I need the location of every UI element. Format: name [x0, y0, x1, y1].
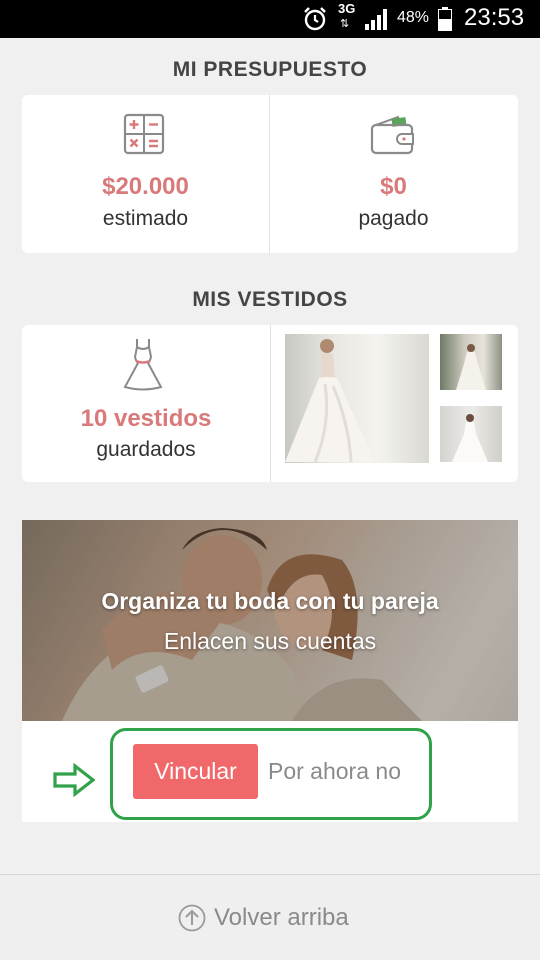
battery-icon: [438, 7, 452, 31]
bride-figure-small: [452, 414, 488, 462]
link-accounts-button[interactable]: Vincular: [133, 744, 258, 799]
arrow-up-circle-icon: [178, 904, 206, 932]
couple-promo-banner: Organiza tu boda con tu pareja Enlacen s…: [22, 520, 518, 721]
budget-section-title: MI PRESUPUESTO: [172, 58, 368, 81]
not-now-button[interactable]: Por ahora no: [268, 744, 418, 799]
back-to-top-label: Volver arriba: [214, 904, 349, 931]
saved-dresses[interactable]: 10 vestidos guardados: [22, 325, 270, 482]
battery-percent: 48%: [397, 9, 430, 26]
data-activity-icon: ⇅: [340, 18, 350, 30]
estimated-value: $20.000: [102, 173, 189, 200]
dress-photo-thumb-1[interactable]: [440, 334, 502, 390]
estimated-label: estimado: [102, 207, 189, 230]
budget-paid[interactable]: $0 pagado: [270, 95, 517, 253]
back-to-top-link[interactable]: Volver arriba: [178, 901, 349, 935]
alarm-clock-icon: [304, 7, 326, 31]
budget-card: $20.000 estimado $0 pagado: [22, 95, 518, 253]
signal-icon: [365, 9, 387, 30]
network-type: 3G: [338, 1, 356, 16]
banner-overlay: [22, 520, 518, 721]
status-bar: 3G ⇅ 48% 23:53: [0, 0, 540, 38]
bride-figure: [285, 339, 375, 463]
dresses-label: guardados: [96, 438, 196, 461]
calculator-icon: [123, 113, 165, 155]
clock-time: 23:53: [464, 4, 525, 31]
dress-icon: [123, 339, 163, 391]
bride-figure-small: [456, 344, 486, 390]
promo-subtitle: Enlacen sus cuentas: [163, 628, 377, 654]
dresses-section-title: MIS VESTIDOS: [192, 288, 348, 311]
dress-photo-main[interactable]: [285, 334, 429, 463]
dress-photo-thumb-2[interactable]: [440, 406, 502, 462]
footer: Volver arriba: [0, 874, 540, 960]
arrow-right-icon: [53, 763, 95, 797]
dresses-divider: [270, 325, 271, 482]
budget-estimated[interactable]: $20.000 estimado: [22, 95, 269, 253]
promo-title: Organiza tu boda con tu pareja: [101, 588, 439, 614]
dresses-card: 10 vestidos guardados: [22, 325, 518, 482]
wallet-icon: [370, 115, 414, 155]
promo-actions: Vincular Por ahora no: [22, 721, 518, 822]
paid-label: pagado: [358, 207, 429, 230]
dresses-count: 10 vestidos: [80, 405, 212, 432]
paid-value: $0: [380, 173, 407, 200]
